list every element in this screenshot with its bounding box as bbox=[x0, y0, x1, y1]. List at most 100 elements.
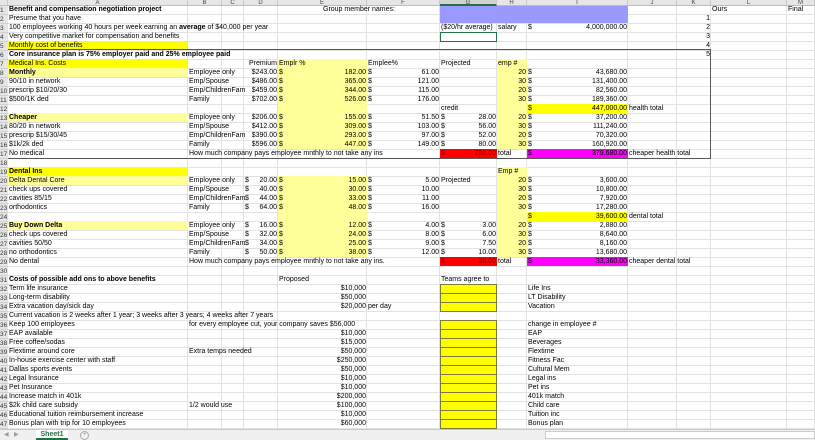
cell-a3[interactable]: 100 employees working 40 hours per week … bbox=[8, 23, 269, 32]
cell-b25[interactable]: Employee only bbox=[188, 221, 236, 230]
cell-i23[interactable]: $17,280.00 bbox=[527, 203, 628, 212]
cell-e34[interactable]: $20,000 bbox=[278, 302, 367, 311]
cell-a33[interactable]: Long-term disability bbox=[8, 293, 71, 302]
row-header-36[interactable]: 36 bbox=[0, 321, 8, 330]
cell-a11[interactable]: $500/1K ded bbox=[8, 95, 50, 104]
column-header-j[interactable]: J bbox=[628, 0, 677, 6]
cell-b23[interactable]: Family bbox=[188, 203, 211, 212]
cell-e43[interactable]: $10,000 bbox=[278, 383, 367, 392]
row-header-8[interactable]: 8 bbox=[0, 69, 8, 78]
row-header-11[interactable]: 11 bbox=[0, 96, 8, 105]
cell-b28[interactable]: Family bbox=[188, 248, 211, 257]
cell-a45[interactable]: $2k child care subsidy bbox=[8, 401, 79, 410]
row-header-26[interactable]: 26 bbox=[0, 231, 8, 240]
cell-e7[interactable]: Emplr % bbox=[278, 59, 306, 68]
cell-l1[interactable]: Ours bbox=[711, 5, 728, 14]
cell-e13[interactable]: $155.00 bbox=[278, 113, 367, 122]
cell-d25[interactable]: $16.00 bbox=[244, 221, 278, 230]
row-header-38[interactable]: 38 bbox=[0, 339, 8, 348]
cell-e39[interactable]: $50,000 bbox=[278, 347, 367, 356]
cell-g29[interactable]: $20.00 bbox=[440, 257, 497, 266]
row-header-21[interactable]: 21 bbox=[0, 186, 8, 195]
cell-a22[interactable]: cavities 85/15 bbox=[8, 194, 53, 203]
cell-i37[interactable]: EAP bbox=[527, 329, 543, 338]
row-header-7[interactable]: 7 bbox=[0, 60, 8, 69]
cell-d26[interactable]: $32.00 bbox=[244, 230, 278, 239]
cell-g16[interactable]: $80.00 bbox=[440, 140, 497, 149]
cell-a39[interactable]: Flextime around core bbox=[8, 347, 76, 356]
cell-i39[interactable]: Flextime bbox=[527, 347, 555, 356]
cell-f23[interactable]: $16.00 bbox=[367, 203, 440, 212]
cell-d22[interactable]: $44.00 bbox=[244, 194, 278, 203]
row-header-15[interactable]: 15 bbox=[0, 132, 8, 141]
cell-i9[interactable]: $131,400.00 bbox=[527, 77, 628, 86]
horizontal-scrollbar[interactable] bbox=[545, 431, 815, 439]
cell-a15[interactable]: prescrip $15/30/45 bbox=[8, 131, 68, 140]
row-header-20[interactable]: 20 bbox=[0, 177, 8, 186]
cell-d11[interactable]: $702.00 bbox=[244, 95, 278, 104]
cell-a41[interactable]: Dallas sports events bbox=[8, 365, 73, 374]
cell-a20[interactable]: Delta Dental Core bbox=[8, 176, 66, 185]
cell-h20[interactable]: 20 bbox=[497, 176, 527, 185]
row-header-45[interactable]: 45 bbox=[0, 402, 8, 411]
cell-h8[interactable]: 20 bbox=[497, 68, 527, 77]
cell-d14[interactable]: $412.00 bbox=[244, 122, 278, 131]
cell-a7[interactable]: Medical Ins. Costs bbox=[8, 59, 67, 68]
team-agree-input[interactable] bbox=[440, 302, 497, 312]
row-header-34[interactable]: 34 bbox=[0, 303, 8, 312]
row-header-2[interactable]: 2 bbox=[0, 15, 8, 24]
cell-g12[interactable]: credit bbox=[440, 104, 459, 113]
cell-b45[interactable]: 1/2 would use bbox=[188, 401, 233, 410]
selected-cell-g4[interactable] bbox=[440, 32, 497, 42]
cell-i22[interactable]: $7,920.00 bbox=[527, 194, 628, 203]
cell-a16[interactable]: $1k/2k ded bbox=[8, 140, 44, 149]
cell-i24[interactable]: $39,600.00 bbox=[527, 212, 628, 221]
cell-f34[interactable]: per day bbox=[367, 302, 392, 311]
cell-i26[interactable]: $8,640.00 bbox=[527, 230, 628, 239]
next-sheet-icon[interactable]: ▶ bbox=[14, 430, 19, 440]
cell-e47[interactable]: $60,000 bbox=[278, 419, 367, 428]
cell-i46[interactable]: Tuition inc bbox=[527, 410, 561, 419]
cell-e42[interactable]: $10,000 bbox=[278, 374, 367, 383]
cell-i21[interactable]: $10,800.00 bbox=[527, 185, 628, 194]
cell-g14[interactable]: $56.00 bbox=[440, 122, 497, 131]
cell-i43[interactable]: Pet ins bbox=[527, 383, 550, 392]
cell-g13[interactable]: $28.00 bbox=[440, 113, 497, 122]
cell-e26[interactable]: $24.00 bbox=[278, 230, 367, 239]
cell-a28[interactable]: no orthodontics bbox=[8, 248, 58, 257]
row-header-1[interactable]: 1 bbox=[0, 6, 8, 15]
cell-e20[interactable]: $15.00 bbox=[278, 176, 367, 185]
add-sheet-icon[interactable]: + bbox=[80, 431, 89, 440]
cell-a17[interactable]: No medical bbox=[8, 149, 45, 158]
cell-e8[interactable]: $182.00 bbox=[278, 68, 367, 77]
cell-i8[interactable]: $43,680.00 bbox=[527, 68, 628, 77]
cell-b15[interactable]: Emp/ChildrenFam bbox=[188, 131, 246, 140]
row-header-46[interactable]: 46 bbox=[0, 411, 8, 420]
cell-a8[interactable]: Monthly bbox=[8, 68, 37, 77]
cell-b21[interactable]: Emp/Spouse bbox=[188, 185, 230, 194]
cell-i36[interactable]: change in employee # bbox=[527, 320, 598, 329]
row-header-40[interactable]: 40 bbox=[0, 357, 8, 366]
cell-a23[interactable]: orthodontics bbox=[8, 203, 48, 212]
cell-f25[interactable]: $4.00 bbox=[367, 221, 440, 230]
cell-b13[interactable]: Employee only bbox=[188, 113, 236, 122]
cell-f15[interactable]: $97.00 bbox=[367, 131, 440, 140]
cell-a6[interactable]: Core insurance plan is 75% employer paid… bbox=[8, 50, 231, 59]
row-header-31[interactable]: 31 bbox=[0, 276, 8, 285]
cell-i29[interactable]: $33,360.00 bbox=[527, 257, 628, 266]
cell-h19[interactable]: Emp # bbox=[497, 167, 519, 176]
cell-i34[interactable]: Vacation bbox=[527, 302, 556, 311]
cell-i17[interactable]: $379,680.00 bbox=[527, 149, 628, 158]
cell-i41[interactable]: Cultural Mem bbox=[527, 365, 571, 374]
column-header-k[interactable]: K bbox=[677, 0, 711, 6]
row-header-37[interactable]: 37 bbox=[0, 330, 8, 339]
cell-k4[interactable]: 3 bbox=[677, 32, 711, 41]
row-header-9[interactable]: 9 bbox=[0, 78, 8, 87]
cell-e1[interactable]: Group member names: bbox=[278, 5, 396, 14]
cell-e41[interactable]: $50,000 bbox=[278, 365, 367, 374]
cell-e22[interactable]: $33.00 bbox=[278, 194, 367, 203]
cell-f13[interactable]: $51.50 bbox=[367, 113, 440, 122]
cell-e31[interactable]: Proposed bbox=[278, 275, 310, 284]
cell-h9[interactable]: 30 bbox=[497, 77, 527, 86]
row-header-32[interactable]: 32 bbox=[0, 285, 8, 294]
